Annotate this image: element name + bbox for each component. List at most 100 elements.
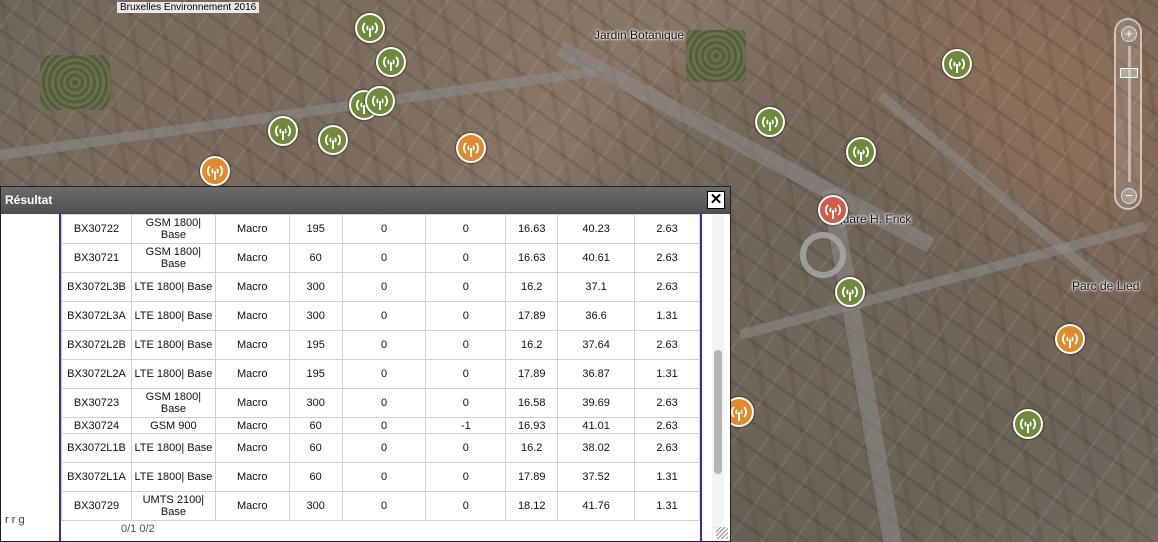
table-cell: BX3072L2B	[61, 330, 132, 360]
antenna-icon[interactable]	[456, 133, 486, 163]
results-table: BX30722 GSM 1800| Base Macro 195 0 0 16.63 40.2…	[61, 214, 700, 521]
table-cell: 2.63	[634, 388, 700, 418]
table-cell: 16.93	[505, 417, 559, 434]
table-cell: 195	[288, 330, 343, 360]
table-cell: 17.89	[505, 462, 559, 492]
table-row[interactable]: BX3072L1A LTE 1800| Base Macro 60 0 0 17.89 37.…	[61, 462, 700, 492]
table-cell: 0	[425, 301, 507, 331]
table-cell: 0	[341, 301, 427, 331]
table-cell: 0	[425, 359, 507, 389]
antenna-icon[interactable]	[846, 137, 876, 167]
zoom-in-button[interactable]: +	[1121, 26, 1137, 42]
table-cell: 36.6	[557, 301, 636, 331]
table-cell: 1.31	[634, 462, 700, 492]
panel-header[interactable]: Résultat ✕	[1, 187, 730, 213]
antenna-icon[interactable]	[755, 107, 785, 137]
table-cell: 0	[425, 388, 507, 418]
antenna-icon[interactable]	[355, 13, 385, 43]
table-cell: 0	[425, 433, 507, 463]
table-cell: 37.52	[557, 462, 636, 492]
peek-text: r r g	[5, 514, 25, 526]
table-row[interactable]: BX30721 GSM 1800| Base Macro 60 0 0 16.63 40.61…	[61, 243, 700, 273]
antenna-icon[interactable]	[835, 277, 865, 307]
table-cell: 0	[425, 462, 507, 492]
antenna-icon[interactable]	[818, 195, 848, 225]
table-cell: BX3072L1A	[61, 462, 132, 492]
table-cell: -1	[425, 417, 507, 434]
table-cell: LTE 1800| Base	[130, 462, 216, 492]
zoom-slider[interactable]: + −	[1114, 18, 1142, 210]
table-cell: 0	[341, 433, 427, 463]
roundabout	[800, 232, 846, 278]
table-row[interactable]: BX3072L2B LTE 1800| Base Macro 195 0 0 16.2 37.…	[61, 330, 700, 360]
table-cell: 1.31	[634, 301, 700, 331]
zoom-track[interactable]	[1128, 46, 1131, 182]
table-cell: 2.63	[634, 417, 700, 434]
antenna-icon[interactable]	[376, 47, 406, 77]
antenna-icon[interactable]	[1055, 324, 1085, 354]
table-cell: 2.63	[634, 243, 700, 273]
table-cell: 60	[288, 462, 343, 492]
table-cell: 60	[288, 243, 343, 273]
table-cell: Macro	[214, 388, 290, 418]
vertical-scrollbar[interactable]	[712, 214, 724, 541]
table-cell: GSM 900	[130, 417, 216, 434]
antenna-icon[interactable]	[365, 86, 395, 116]
antenna-icon[interactable]	[1013, 409, 1043, 439]
table-cell: Macro	[214, 214, 290, 244]
results-table-container[interactable]: BX30722 GSM 1800| Base Macro 195 0 0 16.63 40.2…	[59, 214, 702, 521]
table-cell: 60	[288, 417, 343, 434]
park-area	[686, 30, 746, 82]
table-cell: Macro	[214, 330, 290, 360]
table-cell: 0	[425, 214, 507, 244]
table-row[interactable]: BX3072L2A LTE 1800| Base Macro 195 0 0 17.89 36…	[61, 359, 700, 389]
table-cell: 0	[425, 330, 507, 360]
table-row[interactable]: BX3072L3A LTE 1800| Base Macro 300 0 0 17.89 36…	[61, 301, 700, 331]
panel-body: r r g BX30722 GSM 1800| Base Macro 195 0 0 16.…	[1, 214, 730, 541]
table-cell: BX3072L3A	[61, 301, 132, 331]
table-cell: BX30722	[61, 214, 132, 244]
table-cell: BX3072L2A	[61, 359, 132, 389]
close-icon[interactable]: ✕	[707, 191, 725, 209]
table-cell: 37.1	[557, 272, 636, 302]
zoom-out-button[interactable]: −	[1121, 188, 1137, 204]
table-cell: 38.02	[557, 433, 636, 463]
table-cell: 16.2	[505, 330, 559, 360]
table-cell: GSM 1800| Base	[130, 243, 216, 273]
antenna-icon[interactable]	[200, 156, 230, 186]
table-cell: 0	[341, 214, 427, 244]
table-cell: Macro	[214, 359, 290, 389]
antenna-icon[interactable]	[268, 116, 298, 146]
table-cell: 37.64	[557, 330, 636, 360]
result-panel: Résultat ✕ r r g BX30722 GSM 1800| Base Ma…	[0, 186, 731, 542]
table-bottom-strip: 0/1 0/2	[59, 521, 702, 541]
table-cell: 0	[425, 243, 507, 273]
table-cell: 195	[288, 359, 343, 389]
table-cell: 40.23	[557, 214, 636, 244]
resize-grip-icon[interactable]	[716, 527, 728, 539]
table-cell: 2.63	[634, 214, 700, 244]
table-row[interactable]: BX3072L3B LTE 1800| Base Macro 300 0 0 16.2 37.…	[61, 272, 700, 302]
table-cell: 17.89	[505, 359, 559, 389]
table-row[interactable]: BX30723 GSM 1800| Base Macro 300 0 0 16.58 39.6…	[61, 388, 700, 418]
antenna-icon[interactable]	[318, 125, 348, 155]
table-cell: BX30724	[61, 417, 132, 434]
table-row[interactable]: BX3072L1B LTE 1800| Base Macro 60 0 0 16.2 38.0…	[61, 433, 700, 463]
table-row[interactable]: BX30729 UMTS 2100| Base Macro 300 0 0 18.12 41.…	[61, 491, 700, 521]
table-cell: 39.69	[557, 388, 636, 418]
table-cell: Macro	[214, 491, 290, 521]
table-cell: GSM 1800| Base	[130, 388, 216, 418]
scrollbar-thumb[interactable]	[714, 350, 722, 474]
antenna-icon[interactable]	[942, 49, 972, 79]
table-cell: 0	[425, 491, 507, 521]
table-cell: 16.58	[505, 388, 559, 418]
table-cell: 0	[341, 243, 427, 273]
table-cell: 300	[288, 272, 343, 302]
zoom-handle[interactable]	[1120, 68, 1138, 78]
map-label-jardin: Jardin Botanique	[594, 28, 685, 42]
table-cell: LTE 1800| Base	[130, 330, 216, 360]
table-cell: UMTS 2100| Base	[130, 491, 216, 521]
table-row[interactable]: BX30724 GSM 900 Macro 60 0 -1 16.93 41.01 2.63	[61, 417, 700, 434]
table-row[interactable]: BX30722 GSM 1800| Base Macro 195 0 0 16.63 40.2…	[61, 214, 700, 244]
table-cell: BX3072L1B	[61, 433, 132, 463]
